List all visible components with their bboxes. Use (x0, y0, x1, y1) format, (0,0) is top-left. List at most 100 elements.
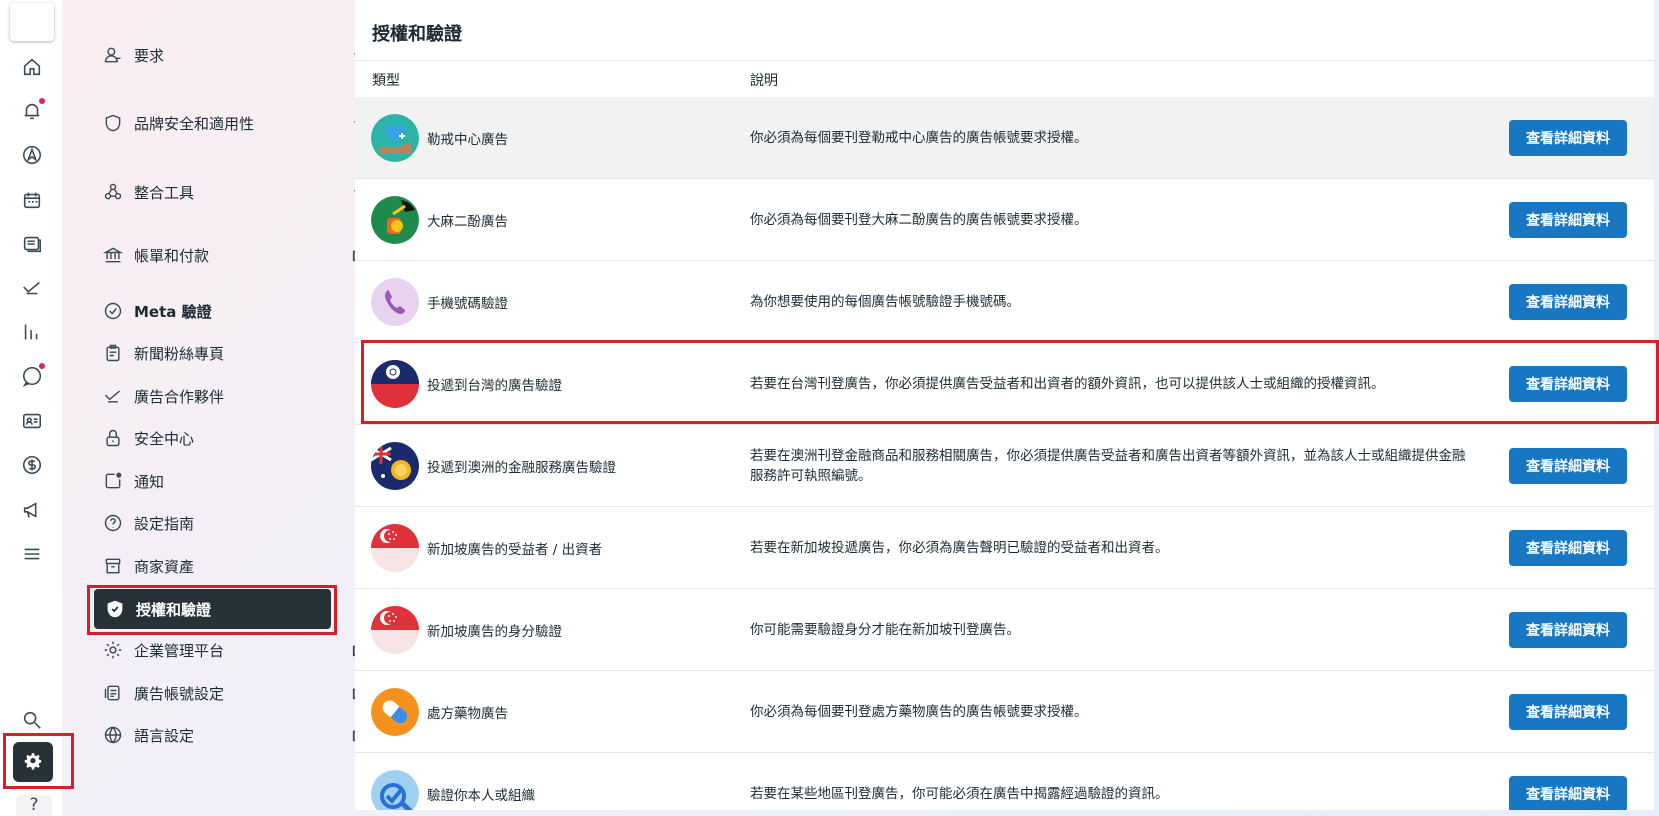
row-name: 手機號碼驗證 (427, 296, 508, 312)
row-description: 若要在澳洲刊登金融商品和服務相關廣告，你必須提供廣告受益者和廣告出資者等額外資訊… (750, 448, 1466, 484)
row-name: 驗證你本人或組織 (427, 788, 535, 804)
table-row: 新加坡廣告的受益者 / 出資者 若要在新加坡投遞廣告，你必須為廣告聲明已驗證的受… (355, 507, 1654, 589)
phone-icon (371, 278, 419, 326)
person-icon (102, 44, 124, 66)
view-details-button[interactable]: 查看詳細資料 (1509, 284, 1627, 320)
notification-icon (102, 470, 124, 492)
table-row: 大麻二酚廣告 你必須為每個要刊登大麻二酚廣告的廣告帳號要求授權。 查看詳細資料 (355, 179, 1654, 261)
view-details-button[interactable]: 查看詳細資料 (1509, 776, 1627, 810)
active-nav-highlight-box (87, 585, 337, 635)
partners-icon[interactable] (19, 275, 45, 301)
nav-item-label: 品牌安全和適用性 (134, 114, 255, 133)
australia-flag-icon (371, 442, 419, 490)
search-icon[interactable] (19, 707, 45, 733)
view-details-button[interactable]: 查看詳細資料 (1509, 612, 1627, 648)
nav-item-label: 新聞粉絲專頁 (134, 344, 225, 363)
partners-icon (102, 385, 124, 407)
cbd-icon (371, 196, 419, 244)
gear-icon (102, 639, 124, 661)
archive-icon (102, 555, 124, 577)
row-description: 你可能需要驗證身分才能在新加坡刊登廣告。 (750, 622, 1020, 638)
nav-item-label: 企業管理平台 (134, 641, 225, 660)
home-icon[interactable] (19, 54, 45, 80)
help-button[interactable]: ? (16, 795, 52, 816)
row-name: 處方藥物廣告 (427, 706, 508, 722)
pill-icon (371, 688, 419, 736)
view-details-button[interactable]: 查看詳細資料 (1509, 530, 1627, 566)
ad-account-icon (102, 682, 124, 704)
table-row: 處方藥物廣告 你必須為每個要刊登處方藥物廣告的廣告帳號要求授權。 查看詳細資料 (355, 671, 1654, 753)
nav-item-integrations[interactable]: 整合工具 (92, 173, 397, 211)
row-description: 你必須為每個要刊登處方藥物廣告的廣告帳號要求授權。 (750, 704, 1088, 720)
messages-icon[interactable] (19, 363, 45, 389)
menu-icon[interactable] (19, 541, 45, 567)
view-details-button[interactable]: 查看詳細資料 (1509, 202, 1627, 238)
analytics-icon[interactable] (19, 319, 45, 345)
table-header: 類型 說明 (355, 60, 1654, 98)
row-name: 投遞到澳洲的金融服務廣告驗證 (427, 460, 616, 476)
notification-badge (39, 98, 45, 104)
nav-item-label: Meta 驗證 (134, 302, 212, 321)
nav-item-billing[interactable]: 帳單和付款 (92, 236, 397, 274)
nav-item-label: 要求 (134, 46, 165, 65)
messages-badge (39, 363, 45, 369)
nav-item-label: 安全中心 (134, 429, 195, 448)
view-details-button[interactable]: 查看詳細資料 (1509, 120, 1627, 156)
megaphone-icon[interactable] (19, 497, 45, 523)
table-row: 手機號碼驗證 為你想要使用的每個廣告帳號驗證手機號碼。 查看詳細資料 (355, 261, 1654, 343)
row-description: 若要在某些地區刊登廣告，你可能必須在廣告中揭露經過驗證的資訊。 (750, 786, 1169, 802)
nav-item-label: 設定指南 (134, 514, 195, 533)
integrations-icon (102, 181, 124, 203)
left-icon-rail: ? (0, 0, 62, 816)
taiwan-row-highlight-box (361, 340, 1659, 424)
table-row: 投遞到澳洲的金融服務廣告驗證 若要在澳洲刊登金融商品和服務相關廣告，你必須提供廣… (355, 425, 1654, 507)
nav-item-news-pages[interactable]: 新聞粉絲專頁 (92, 334, 397, 372)
clipboard-icon (102, 342, 124, 364)
verified-badge-icon (102, 300, 124, 322)
nav-item-label: 廣告合作夥伴 (134, 387, 225, 406)
nav-item-label: 語言設定 (134, 726, 195, 745)
nav-item-label: 帳單和付款 (134, 246, 210, 265)
help-circle-icon (102, 512, 124, 534)
meta-logo[interactable] (10, 3, 54, 41)
navigation-icon[interactable] (19, 142, 45, 168)
settings-nav: 要求 品牌安全和適用性 整合工具 帳單和付款 Meta 驗證 新聞粉絲專頁 廣告… (62, 0, 378, 816)
rehab-center-icon (371, 114, 419, 162)
singapore-flag-icon (371, 606, 419, 654)
contacts-card-icon[interactable] (19, 408, 45, 434)
page-title: 授權和驗證 (372, 24, 462, 45)
nav-item-business-assets[interactable]: 商家資產 (92, 547, 397, 585)
column-header-description: 說明 (750, 73, 778, 89)
notifications-icon[interactable] (19, 98, 45, 124)
row-description: 為你想要使用的每個廣告帳號驗證手機號碼。 (750, 294, 1020, 310)
billing-dollar-icon[interactable] (19, 452, 45, 478)
row-description: 你必須為每個要刊登大麻二酚廣告的廣告帳號要求授權。 (750, 212, 1088, 228)
nav-item-label: 通知 (134, 472, 165, 491)
bank-icon (102, 244, 124, 266)
nav-item-setup-guide[interactable]: 設定指南 (92, 504, 397, 542)
row-description: 你必須為每個要刊登勒戒中心廣告的廣告帳號要求授權。 (750, 130, 1088, 146)
nav-item-language-settings[interactable]: 語言設定 (92, 716, 397, 754)
view-details-button[interactable]: 查看詳細資料 (1509, 694, 1627, 730)
calendar-icon[interactable] (19, 187, 45, 213)
pages-icon[interactable] (19, 231, 45, 257)
column-header-type: 類型 (372, 73, 400, 89)
globe-icon (102, 724, 124, 746)
row-name: 大麻二酚廣告 (427, 214, 508, 230)
nav-item-requirements[interactable]: 要求 (92, 36, 397, 74)
table-row: 驗證你本人或組織 若要在某些地區刊登廣告，你可能必須在廣告中揭露經過驗證的資訊。… (355, 753, 1654, 810)
row-description: 若要在新加坡投遞廣告，你必須為廣告聲明已驗證的受益者和出資者。 (750, 540, 1169, 556)
nav-item-label: 整合工具 (134, 183, 195, 202)
view-details-button[interactable]: 查看詳細資料 (1509, 448, 1627, 484)
nav-item-business-manager[interactable]: 企業管理平台 (92, 631, 397, 669)
row-name: 勒戒中心廣告 (427, 132, 508, 148)
verify-identity-icon (371, 770, 419, 810)
nav-item-meta-verified[interactable]: Meta 驗證 (92, 292, 397, 330)
nav-item-brand-safety[interactable]: 品牌安全和適用性 (92, 104, 397, 142)
nav-item-notifications[interactable]: 通知 (92, 462, 397, 500)
singapore-flag-icon (371, 524, 419, 572)
nav-item-security-center[interactable]: 安全中心 (92, 419, 397, 457)
nav-item-label: 廣告帳號設定 (134, 684, 225, 703)
nav-item-ad-account-settings[interactable]: 廣告帳號設定 (92, 674, 397, 712)
nav-item-ad-partners[interactable]: 廣告合作夥伴 (92, 377, 397, 415)
